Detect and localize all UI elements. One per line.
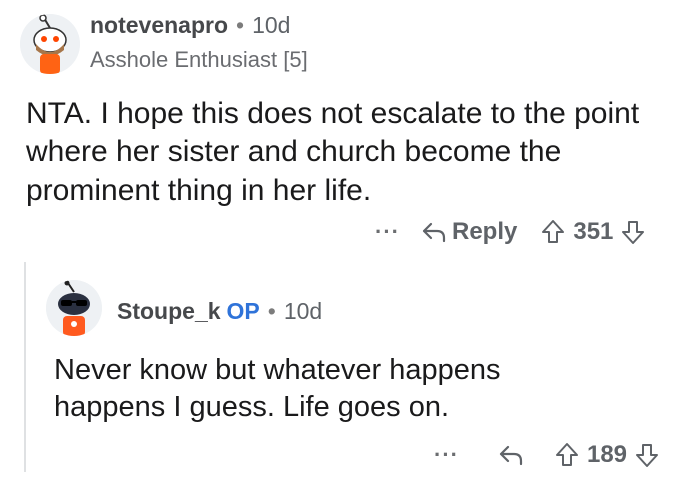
timestamp[interactable]: 10d: [284, 298, 322, 324]
op-badge: OP: [226, 298, 260, 324]
username-link[interactable]: Stoupe_k: [117, 298, 221, 324]
avatar[interactable]: [20, 14, 80, 74]
upvote-arrow-icon[interactable]: [541, 219, 565, 245]
vote-controls: 189: [555, 441, 659, 469]
upvote-arrow-icon[interactable]: [555, 442, 579, 468]
reply-button[interactable]: [499, 444, 529, 466]
comment-meta: Stoupe_k OP • 10d: [117, 298, 322, 325]
reply-button[interactable]: Reply: [422, 218, 517, 246]
reply-arrow-icon: [499, 445, 523, 466]
more-options-button[interactable]: ···: [375, 219, 400, 245]
comment-body: NTA. I hope this does not escalate to th…: [26, 97, 640, 207]
downvote-arrow-icon[interactable]: [635, 442, 659, 468]
downvote-arrow-icon[interactable]: [621, 219, 645, 245]
comment-actions: ··· 189: [434, 441, 659, 469]
meta-separator: •: [267, 298, 276, 324]
user-flair: Asshole Enthusiast [5]: [90, 47, 308, 72]
reply-arrow-icon: [422, 222, 446, 243]
comment-meta: notevenapro • 10d: [90, 12, 290, 39]
vote-score: 189: [586, 441, 628, 468]
snoo-avatar-icon: [46, 280, 102, 336]
comment-actions: ··· Reply 351: [375, 218, 645, 246]
vote-controls: 351: [541, 218, 645, 246]
snoo-avatar-icon: [20, 14, 80, 74]
comment-body: Never know but whatever happens happens …: [54, 354, 501, 424]
meta-separator: •: [236, 12, 245, 38]
avatar[interactable]: [46, 280, 102, 336]
username-link[interactable]: notevenapro: [90, 12, 228, 38]
thread-line[interactable]: [24, 262, 26, 472]
timestamp[interactable]: 10d: [252, 12, 290, 38]
reply-label: Reply: [451, 218, 518, 245]
more-options-button[interactable]: ···: [434, 442, 459, 468]
vote-score: 351: [573, 218, 614, 245]
